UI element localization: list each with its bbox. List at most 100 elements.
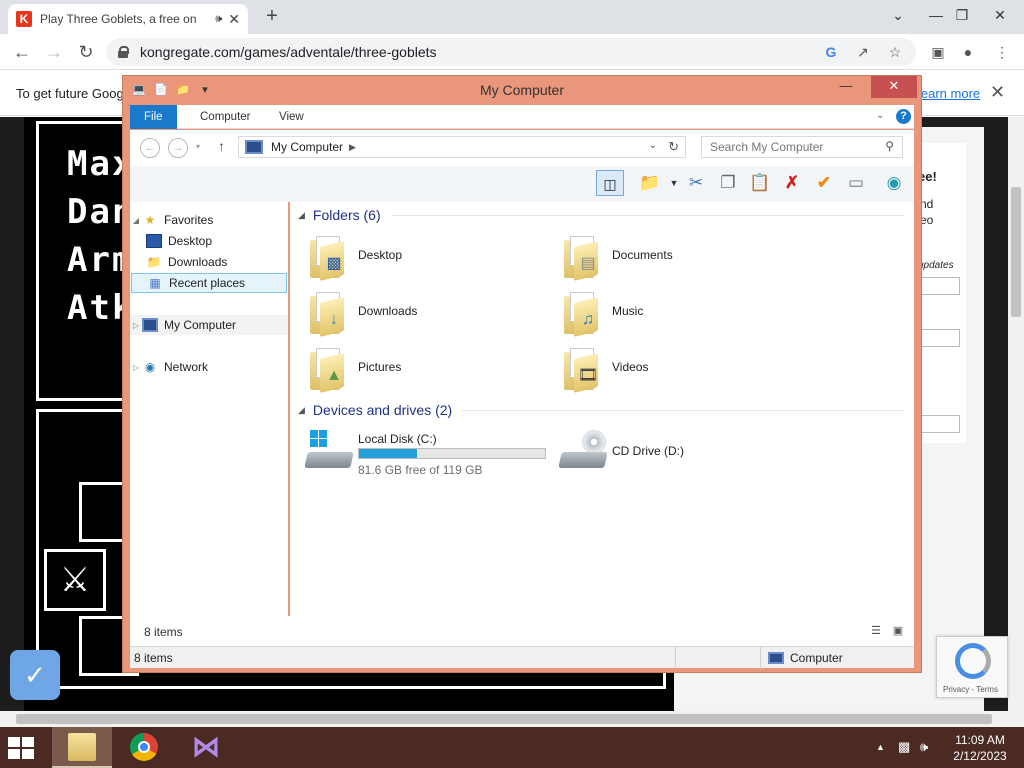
share-icon[interactable]: ↗ (854, 43, 872, 61)
expand-ribbon-chevron-icon[interactable]: ⌄ (876, 110, 884, 121)
nav-item-downloads[interactable]: 📁 Downloads (130, 252, 288, 272)
explorer-close-button[interactable]: ✕ (871, 76, 917, 98)
bookmark-star-icon[interactable]: ☆ (886, 43, 904, 61)
folder-tile-pictures[interactable]: ▲ Pictures (306, 344, 546, 394)
back-arrow-icon[interactable]: ← (10, 40, 34, 64)
collapse-triangle-icon[interactable]: ◢ (298, 405, 305, 416)
explorer-forward-icon[interactable]: → (168, 138, 188, 158)
url-text[interactable]: kongregate.com/games/adventale/three-gob… (140, 44, 808, 60)
network-globe-icon[interactable]: ◉ (880, 170, 908, 196)
recent-locations-chevron-icon[interactable]: ▾ (196, 142, 200, 151)
explorer-title-bar[interactable]: 💻 📄 📁 ▾ My Computer — □ ✕ (123, 76, 921, 104)
preview-pane-icon[interactable]: ◫ (596, 170, 624, 196)
side-text: nd (920, 197, 934, 211)
status-bar: 8 items Computer (130, 646, 914, 669)
address-dropdown-chevron-icon[interactable]: ⌄ (649, 140, 657, 151)
breadcrumb-separator-icon[interactable]: ▶ (349, 142, 356, 153)
info-bar-close-icon[interactable]: ✕ (990, 82, 1005, 103)
google-g-icon[interactable]: G (822, 43, 840, 61)
network-tray-icon[interactable]: ▩ (898, 739, 910, 755)
large-icons-view-icon[interactable]: ▣ (890, 624, 906, 638)
folder-tile-music[interactable]: ♫ Music (560, 288, 800, 338)
checkmark-icon[interactable]: ✔ (810, 170, 838, 196)
taskbar-visual-studio[interactable]: ⋈ (176, 727, 236, 768)
details-view-icon[interactable]: ☰ (868, 624, 884, 638)
windows-taskbar: ⋈ ▲ ▩ 🕪 11:09 AM 2/12/2023 (0, 727, 1024, 768)
drive-tile-cd-drive[interactable]: CD Drive (D:) (558, 428, 800, 478)
recaptcha-badge[interactable]: Privacy - Terms (936, 636, 1008, 698)
security-shield-icon[interactable]: ✓ (10, 650, 60, 700)
address-bar[interactable]: kongregate.com/games/adventale/three-gob… (106, 38, 916, 66)
lock-icon[interactable] (118, 46, 129, 58)
nav-item-favorites[interactable]: ◢ ★ Favorites (130, 210, 288, 230)
item-count: 8 items (144, 625, 183, 639)
tab-view[interactable]: View (265, 105, 318, 129)
search-icon[interactable]: ⚲ (885, 139, 894, 153)
tab-close-icon[interactable]: ✕ (228, 11, 240, 28)
folder-name: Documents (612, 248, 673, 262)
folder-tile-documents[interactable]: ▤ Documents (560, 232, 800, 282)
nav-item-desktop[interactable]: Desktop (130, 231, 288, 251)
explorer-address-box[interactable]: My Computer ▶ ⌄ ↻ (238, 136, 686, 158)
drive-tile-local-disk[interactable]: Local Disk (C:) 81.6 GB free of 119 GB (304, 428, 546, 478)
reload-icon[interactable]: ↻ (74, 40, 98, 64)
cut-icon[interactable]: ✂ (682, 170, 710, 196)
browser-close-button[interactable]: ✕ (978, 0, 1022, 32)
side-panel-icon[interactable]: ▣ (928, 42, 948, 62)
show-hidden-icons-chevron-icon[interactable]: ▲ (876, 742, 885, 752)
nav-label: Downloads (168, 255, 228, 269)
scrollbar-thumb[interactable] (1011, 187, 1021, 317)
up-arrow-icon[interactable]: ↑ (218, 138, 225, 154)
volume-icon[interactable]: 🕪 (920, 739, 928, 755)
browser-tab-strip: K Play Three Goblets, a free on 🕪 ✕ + ⌄ … (0, 0, 1024, 34)
expand-triangle-icon[interactable]: ▷ (130, 363, 142, 372)
group-label: Devices and drives (2) (312, 402, 453, 418)
search-placeholder: Search My Computer (710, 140, 824, 154)
refresh-icon[interactable]: ↻ (668, 139, 679, 155)
folder-tile-videos[interactable]: 🎞 Videos (560, 344, 800, 394)
taskbar-file-explorer[interactable] (52, 727, 112, 768)
folder-name: Downloads (358, 304, 418, 318)
drives-group-header[interactable]: ◢ Devices and drives (2) (298, 402, 904, 418)
explorer-back-icon[interactable]: ← (140, 138, 160, 158)
page-horizontal-scrollbar[interactable] (0, 711, 1024, 727)
rename-icon[interactable]: ▭ (842, 170, 870, 196)
breadcrumb-my-computer[interactable]: My Computer (271, 140, 343, 154)
browser-tab[interactable]: K Play Three Goblets, a free on 🕪 ✕ (8, 4, 248, 34)
expand-triangle-icon[interactable]: ◢ (130, 216, 142, 225)
recaptcha-privacy-terms[interactable]: Privacy - Terms (943, 685, 998, 694)
tab-file[interactable]: File (130, 105, 177, 129)
learn-more-link[interactable]: learn more (918, 86, 980, 101)
sword-icon[interactable]: ⚔ (44, 549, 106, 611)
profile-avatar-icon[interactable]: ● (958, 42, 978, 62)
expand-triangle-icon[interactable]: ▷ (130, 321, 142, 330)
new-tab-button[interactable]: + (260, 4, 284, 28)
folders-group-header[interactable]: ◢ Folders (6) (298, 207, 904, 223)
nav-item-network[interactable]: ▷ ◉ Network (130, 357, 288, 377)
folder-name: Music (612, 304, 644, 318)
desktop-folder-icon: ▩ (306, 236, 348, 281)
help-icon[interactable]: ? (896, 109, 911, 124)
explorer-search-input[interactable]: Search My Computer ⚲ (701, 136, 903, 158)
more-menu-icon[interactable]: ⋮ (992, 42, 1012, 62)
copy-icon[interactable]: ❐ (714, 170, 742, 196)
collapse-triangle-icon[interactable]: ◢ (298, 210, 305, 221)
start-button-windows-icon[interactable] (8, 737, 36, 759)
nav-label: My Computer (164, 318, 237, 332)
nav-item-my-computer[interactable]: ▷ My Computer (130, 315, 288, 335)
scrollbar-thumb[interactable] (16, 714, 992, 724)
page-vertical-scrollbar[interactable] (1008, 117, 1024, 711)
taskbar-chrome[interactable] (114, 727, 174, 768)
folder-tile-desktop[interactable]: ▩ Desktop (306, 232, 546, 282)
delete-icon[interactable]: ✗ (778, 170, 806, 196)
clock-time: 11:09 AM (955, 733, 1005, 747)
system-clock[interactable]: 11:09 AM 2/12/2023 (940, 732, 1020, 764)
pictures-folder-icon: ▲ (306, 348, 348, 393)
folder-tile-downloads[interactable]: ↓ Downloads (306, 288, 546, 338)
nav-item-recent-places[interactable]: ▦ Recent places (131, 273, 287, 293)
forward-arrow-icon[interactable]: → (42, 40, 66, 64)
explorer-minimize-button[interactable]: — (829, 76, 863, 98)
speaker-icon[interactable]: 🕪 (215, 13, 222, 26)
tab-computer[interactable]: Computer (186, 105, 265, 129)
paste-icon[interactable]: 📋 (746, 170, 774, 196)
